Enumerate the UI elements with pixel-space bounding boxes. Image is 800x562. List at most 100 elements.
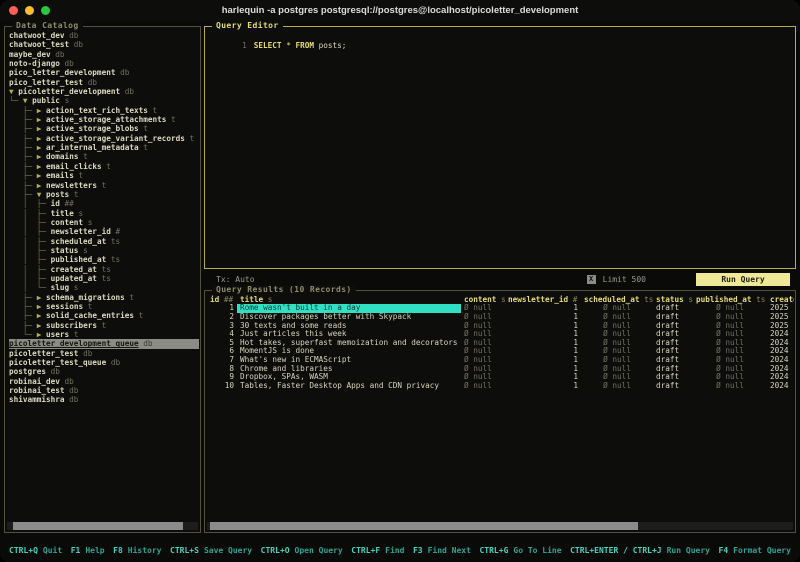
table-cell[interactable]: Ø null: [693, 330, 767, 339]
results-scrollbar-thumb[interactable]: [210, 522, 638, 530]
table-cell[interactable]: 2024: [767, 347, 794, 356]
catalog-item-action_text_rich_texts[interactable]: ├─ ▶ action_text_rich_texts t: [9, 106, 199, 115]
table-cell[interactable]: Just articles this week: [237, 330, 461, 339]
table-cell[interactable]: 3: [207, 322, 237, 331]
table-row[interactable]: 1Rome wasn't built in a dayØ null1Ø null…: [207, 304, 794, 313]
catalog-item-created_at[interactable]: │ ├─ created_at ts: [9, 265, 199, 274]
run-query-button[interactable]: Run Query: [696, 273, 790, 286]
table-cell[interactable]: 2024: [767, 339, 794, 348]
shortcut-open-query[interactable]: CTRL+OOpen Query: [261, 546, 343, 555]
limit-checkbox[interactable]: X: [587, 275, 596, 284]
table-cell[interactable]: 2025: [767, 304, 794, 313]
catalog-item-active_storage_blobs[interactable]: ├─ ▶ active_storage_blobs t: [9, 124, 199, 133]
table-cell[interactable]: Ø null: [693, 339, 767, 348]
table-cell[interactable]: draft: [653, 356, 693, 365]
table-cell[interactable]: Ø null: [461, 304, 505, 313]
table-cell[interactable]: draft: [653, 382, 693, 391]
catalog-horizontal-scrollbar[interactable]: [7, 522, 198, 530]
table-cell[interactable]: Ø null: [461, 382, 505, 391]
table-cell[interactable]: Dropbox, SPAs, WASM: [237, 373, 461, 382]
catalog-item-maybe_dev[interactable]: maybe_dev db: [9, 50, 199, 59]
catalog-item-ar_internal_metadata[interactable]: ├─ ▶ ar_internal_metadata t: [9, 143, 199, 152]
catalog-item-posts[interactable]: ├─ ▼ posts t: [9, 190, 199, 199]
table-cell[interactable]: Ø null: [693, 365, 767, 374]
table-cell[interactable]: 6: [207, 347, 237, 356]
table-cell[interactable]: 1: [505, 382, 581, 391]
table-cell[interactable]: Ø null: [693, 313, 767, 322]
query-editor-line[interactable]: 1SELECT * FROM posts;: [209, 31, 791, 41]
shortcut-quit[interactable]: CTRL+QQuit: [9, 546, 62, 555]
table-row[interactable]: 7What's new in ECMAScriptØ null1Ø nulldr…: [207, 356, 794, 365]
catalog-item-updated_at[interactable]: │ ├─ updated_at ts: [9, 274, 199, 283]
sql-query-text[interactable]: SELECT * FROM posts;: [254, 41, 347, 50]
table-cell[interactable]: 10: [207, 382, 237, 391]
catalog-item-title[interactable]: │ ├─ title s: [9, 209, 199, 218]
table-row[interactable]: 6MomentJS is doneØ null1Ø nulldraftØ nul…: [207, 347, 794, 356]
table-cell[interactable]: 2024: [767, 373, 794, 382]
table-cell[interactable]: 2024: [767, 365, 794, 374]
table-cell[interactable]: draft: [653, 365, 693, 374]
shortcut-find[interactable]: CTRL+FFind: [351, 546, 404, 555]
catalog-item-robinai_test[interactable]: robinai_test db: [9, 386, 199, 395]
table-cell[interactable]: Ø null: [461, 322, 505, 331]
table-cell[interactable]: Ø null: [461, 339, 505, 348]
table-cell[interactable]: Ø null: [581, 382, 653, 391]
table-cell[interactable]: 7: [207, 356, 237, 365]
table-cell[interactable]: 4: [207, 330, 237, 339]
table-cell[interactable]: Ø null: [581, 322, 653, 331]
table-cell[interactable]: MomentJS is done: [237, 347, 461, 356]
table-cell[interactable]: 2024: [767, 330, 794, 339]
table-cell[interactable]: Ø null: [461, 347, 505, 356]
shortcut-go-to-line[interactable]: CTRL+GGo To Line: [479, 546, 561, 555]
table-cell[interactable]: 8: [207, 365, 237, 374]
table-cell[interactable]: 1: [505, 373, 581, 382]
table-cell[interactable]: 1: [505, 330, 581, 339]
table-cell[interactable]: 2024: [767, 356, 794, 365]
catalog-item-status[interactable]: │ ├─ status s: [9, 246, 199, 255]
results-horizontal-scrollbar[interactable]: [207, 522, 793, 530]
table-cell[interactable]: 2: [207, 313, 237, 322]
table-cell[interactable]: Ø null: [581, 365, 653, 374]
table-cell[interactable]: Ø null: [693, 304, 767, 313]
table-cell[interactable]: Ø null: [693, 356, 767, 365]
catalog-item-emails[interactable]: ├─ ▶ emails t: [9, 171, 199, 180]
table-cell[interactable]: draft: [653, 373, 693, 382]
table-cell[interactable]: 2025: [767, 313, 794, 322]
catalog-scrollbar-thumb[interactable]: [13, 522, 183, 530]
table-cell[interactable]: draft: [653, 347, 693, 356]
catalog-item-pico_letter_development[interactable]: pico_letter_development db: [9, 68, 199, 77]
table-cell[interactable]: draft: [653, 313, 693, 322]
catalog-item-domains[interactable]: ├─ ▶ domains t: [9, 152, 199, 161]
table-cell[interactable]: Ø null: [693, 322, 767, 331]
catalog-item-published_at[interactable]: │ ├─ published_at ts: [9, 255, 199, 264]
catalog-item-chatwoot_test[interactable]: chatwoot_test db: [9, 40, 199, 49]
catalog-item-chatwoot_dev[interactable]: chatwoot_dev db: [9, 31, 199, 40]
catalog-item-users[interactable]: └─ ▶ users t: [9, 330, 199, 339]
catalog-item-picoletter_development_queue[interactable]: picoletter_development_queue db: [9, 339, 199, 348]
table-cell[interactable]: Ø null: [461, 313, 505, 322]
table-cell[interactable]: 2025: [767, 322, 794, 331]
table-cell[interactable]: draft: [653, 339, 693, 348]
catalog-item-public[interactable]: └─ ▼ public s: [9, 96, 199, 105]
shortcut-save-query[interactable]: CTRL+SSave Query: [170, 546, 252, 555]
table-cell[interactable]: Ø null: [581, 356, 653, 365]
catalog-item-subscribers[interactable]: ├─ ▶ subscribers t: [9, 321, 199, 330]
table-cell[interactable]: Ø null: [461, 356, 505, 365]
table-cell[interactable]: Hot takes, superfast memoization and dec…: [237, 339, 461, 348]
table-row[interactable]: 330 texts and some readsØ null1Ø nulldra…: [207, 322, 794, 331]
catalog-item-newsletters[interactable]: ├─ ▶ newsletters t: [9, 181, 199, 190]
table-row[interactable]: 10Tables, Faster Desktop Apps and CDN pr…: [207, 382, 794, 391]
table-cell[interactable]: Ø null: [693, 373, 767, 382]
limit-label[interactable]: Limit 500: [603, 275, 646, 284]
table-cell[interactable]: Chrome and libraries: [237, 365, 461, 374]
table-cell[interactable]: Ø null: [461, 330, 505, 339]
catalog-item-pico_letter_test[interactable]: pico_letter_test db: [9, 78, 199, 87]
catalog-item-id[interactable]: │ ├─ id ##: [9, 199, 199, 208]
catalog-item-newsletter_id[interactable]: │ ├─ newsletter_id #: [9, 227, 199, 236]
table-row[interactable]: 5Hot takes, superfast memoization and de…: [207, 339, 794, 348]
catalog-item-email_clicks[interactable]: ├─ ▶ email_clicks t: [9, 162, 199, 171]
table-row[interactable]: 2Discover packages better with SkypackØ …: [207, 313, 794, 322]
catalog-item-sessions[interactable]: ├─ ▶ sessions t: [9, 302, 199, 311]
table-row[interactable]: 4Just articles this weekØ null1Ø nulldra…: [207, 330, 794, 339]
transaction-mode-label[interactable]: Tx: Auto: [216, 275, 255, 284]
